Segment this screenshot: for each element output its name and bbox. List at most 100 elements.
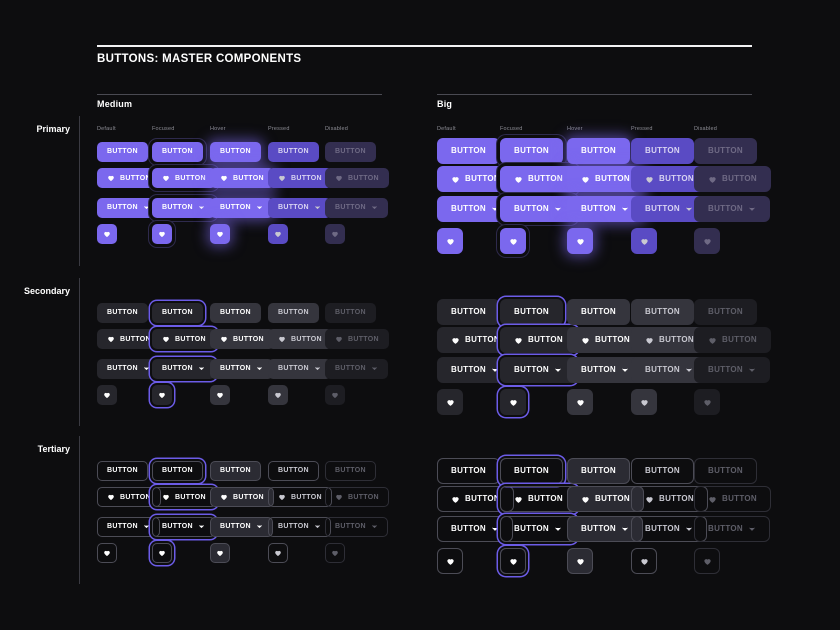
- button-label: BUTTON: [645, 365, 680, 374]
- button-medium-tertiary-focused-text-chevron[interactable]: BUTTON: [152, 516, 215, 537]
- button-big-tertiary-hover-icon-only[interactable]: [567, 548, 593, 574]
- button-medium-primary-hover-icon-text[interactable]: BUTTON: [210, 168, 274, 188]
- chevron-down-icon: [143, 204, 150, 211]
- button-medium-primary-pressed-icon-only[interactable]: [268, 224, 288, 244]
- button-medium-tertiary-hover-icon-only[interactable]: [210, 543, 230, 563]
- button-big-secondary-default-icon-only[interactable]: [437, 389, 463, 415]
- button-big-secondary-focused-text-chevron[interactable]: BUTTON: [500, 357, 576, 383]
- variant-label-primary: Primary: [36, 124, 70, 134]
- button-medium-primary-focused-icon-text[interactable]: BUTTON: [152, 168, 216, 188]
- button-medium-primary-default-icon-only[interactable]: [97, 224, 117, 244]
- button-medium-secondary-pressed-icon-text[interactable]: BUTTON: [268, 329, 332, 349]
- button-medium-tertiary-focused-icon-only[interactable]: [152, 543, 172, 563]
- button-medium-primary-focused-text[interactable]: BUTTON: [152, 141, 203, 162]
- button-big-tertiary-pressed-text[interactable]: BUTTON: [631, 458, 694, 484]
- button-medium-primary-pressed-text[interactable]: BUTTON: [268, 141, 319, 162]
- button-medium-tertiary-hover-text[interactable]: BUTTON: [210, 460, 261, 481]
- button-label: BUTTON: [278, 204, 309, 211]
- button-medium-secondary-pressed-icon-only-cell: [268, 385, 288, 405]
- button-big-primary-focused-text[interactable]: BUTTON: [500, 138, 563, 164]
- button-big-tertiary-hover-text[interactable]: BUTTON: [567, 458, 630, 484]
- button-medium-tertiary-pressed-text[interactable]: BUTTON: [268, 460, 319, 481]
- button-medium-secondary-focused-text-chevron[interactable]: BUTTON: [152, 358, 215, 379]
- button-label: BUTTON: [581, 307, 616, 316]
- button-medium-secondary-hover-icon-text[interactable]: BUTTON: [210, 329, 274, 349]
- button-label: BUTTON: [581, 524, 616, 533]
- button-medium-secondary-pressed-text[interactable]: BUTTON: [268, 302, 319, 323]
- button-medium-secondary-focused-icon-only[interactable]: [152, 385, 172, 405]
- button-medium-secondary-hover-icon-only[interactable]: [210, 385, 230, 405]
- heart-icon: [107, 335, 115, 343]
- button-medium-primary-hover-icon-only[interactable]: [210, 224, 230, 244]
- button-big-tertiary-default-text[interactable]: BUTTON: [437, 458, 500, 484]
- button-medium-tertiary-pressed-icon-only-cell: [268, 543, 288, 563]
- button-big-secondary-default-text[interactable]: BUTTON: [437, 299, 500, 325]
- button-big-secondary-hover-icon-only[interactable]: [567, 389, 593, 415]
- button-big-secondary-hover-text[interactable]: BUTTON: [567, 299, 630, 325]
- button-label: BUTTON: [175, 174, 206, 182]
- button-medium-secondary-hover-text[interactable]: BUTTON: [210, 302, 261, 323]
- button-medium-tertiary-default-icon-only[interactable]: [97, 543, 117, 563]
- button-big-secondary-pressed-icon-only[interactable]: [631, 389, 657, 415]
- button-big-secondary-focused-icon-only[interactable]: [500, 389, 526, 415]
- button-big-secondary-pressed-text[interactable]: BUTTON: [631, 299, 694, 325]
- button-big-primary-hover-text[interactable]: BUTTON: [567, 138, 630, 164]
- button-medium-primary-focused-icon-only[interactable]: [152, 224, 172, 244]
- button-medium-tertiary-pressed-icon-only[interactable]: [268, 543, 288, 563]
- button-medium-primary-hover-text[interactable]: BUTTON: [210, 141, 261, 162]
- button-medium-tertiary-focused-icon-text[interactable]: BUTTON: [152, 487, 216, 507]
- button-big-primary-focused-icon-only[interactable]: [500, 228, 526, 254]
- button-big-primary-hover-icon-only[interactable]: [567, 228, 593, 254]
- button-big-secondary-focused-icon-text[interactable]: BUTTON: [500, 327, 577, 353]
- button-medium-primary-pressed-text-chevron[interactable]: BUTTON: [268, 197, 331, 218]
- button-big-tertiary-pressed-icon-only[interactable]: [631, 548, 657, 574]
- button-label: BUTTON: [645, 204, 680, 213]
- button-medium-primary-pressed-icon-text[interactable]: BUTTON: [268, 168, 332, 188]
- button-medium-secondary-default-text[interactable]: BUTTON: [97, 302, 148, 323]
- button-big-primary-focused-icon-text[interactable]: BUTTON: [500, 166, 577, 192]
- button-medium-tertiary-default-text[interactable]: BUTTON: [97, 460, 148, 481]
- button-big-secondary-default-icon-only-cell: [437, 389, 463, 415]
- button-big-primary-pressed-icon-only[interactable]: [631, 228, 657, 254]
- button-medium-secondary-default-text-chevron[interactable]: BUTTON: [97, 358, 160, 379]
- button-medium-tertiary-focused-text[interactable]: BUTTON: [152, 460, 203, 481]
- button-big-primary-focused-text-chevron[interactable]: BUTTON: [500, 196, 576, 222]
- button-big-primary-default-icon-only[interactable]: [437, 228, 463, 254]
- button-medium-primary-focused-text-chevron[interactable]: BUTTON: [152, 197, 215, 218]
- button-label: BUTTON: [278, 467, 309, 474]
- button-medium-secondary-focused-icon-text[interactable]: BUTTON: [152, 329, 216, 349]
- button-big-primary-disabled-icon-only: [694, 228, 720, 254]
- button-medium-tertiary-hover-text-chevron[interactable]: BUTTON: [210, 516, 273, 537]
- button-big-tertiary-focused-text[interactable]: BUTTON: [500, 458, 563, 484]
- button-big-primary-pressed-text[interactable]: BUTTON: [631, 138, 694, 164]
- button-medium-tertiary-default-text-chevron-cell: BUTTON: [97, 515, 160, 537]
- button-label: BUTTON: [278, 148, 309, 155]
- button-big-tertiary-focused-text-chevron[interactable]: BUTTON: [500, 516, 576, 542]
- button-medium-primary-default-text-chevron[interactable]: BUTTON: [97, 197, 160, 218]
- button-big-secondary-focused-text[interactable]: BUTTON: [500, 299, 563, 325]
- button-big-primary-default-text[interactable]: BUTTON: [437, 138, 500, 164]
- button-big-tertiary-default-icon-only[interactable]: [437, 548, 463, 574]
- button-medium-primary-hover-text-chevron[interactable]: BUTTON: [210, 197, 273, 218]
- button-big-secondary-default-text-cell: BUTTON: [437, 299, 500, 325]
- button-big-tertiary-disabled-text-chevron: BUTTON: [694, 516, 770, 542]
- button-medium-tertiary-hover-icon-text[interactable]: BUTTON: [210, 487, 274, 507]
- button-medium-secondary-hover-text-chevron[interactable]: BUTTON: [210, 358, 273, 379]
- button-medium-secondary-pressed-icon-only[interactable]: [268, 385, 288, 405]
- button-medium-tertiary-pressed-icon-text[interactable]: BUTTON: [268, 487, 332, 507]
- heart-icon: [703, 557, 712, 566]
- button-big-secondary-pressed-icon-only-cell: [631, 389, 657, 415]
- button-medium-secondary-focused-text[interactable]: BUTTON: [152, 302, 203, 323]
- button-medium-tertiary-pressed-text-chevron[interactable]: BUTTON: [268, 516, 331, 537]
- button-medium-tertiary-default-text-chevron[interactable]: BUTTON: [97, 516, 160, 537]
- button-big-tertiary-focused-icon-only[interactable]: [500, 548, 526, 574]
- button-medium-secondary-default-icon-only[interactable]: [97, 385, 117, 405]
- button-label: BUTTON: [581, 204, 616, 213]
- button-medium-secondary-focused-icon-only-cell: [152, 385, 172, 405]
- button-medium-secondary-pressed-text-chevron-cell: BUTTON: [268, 357, 331, 379]
- button-medium-secondary-pressed-text-chevron[interactable]: BUTTON: [268, 358, 331, 379]
- button-medium-tertiary-disabled-text-chevron: BUTTON: [325, 516, 388, 537]
- button-big-tertiary-focused-icon-text[interactable]: BUTTON: [500, 486, 577, 512]
- button-medium-primary-default-text[interactable]: BUTTON: [97, 141, 148, 162]
- button-label: BUTTON: [335, 523, 366, 530]
